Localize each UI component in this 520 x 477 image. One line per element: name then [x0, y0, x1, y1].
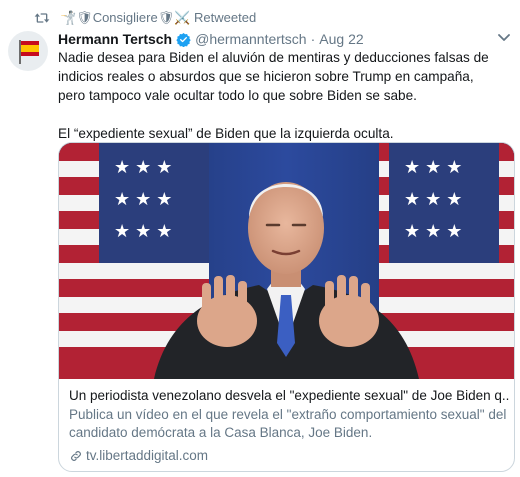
- tweet-body: Nadie desea para Biden el aluvión de men…: [58, 48, 504, 143]
- card-domain[interactable]: tv.libertaddigital.com: [86, 447, 208, 465]
- spain-flag-yellow-band: [21, 45, 39, 52]
- verified-badge-icon: [176, 32, 191, 47]
- tweet-header: Hermann Tertsch @hermanntertsch · Aug 22: [58, 29, 364, 49]
- svg-text:★ ★ ★: ★ ★ ★: [404, 189, 462, 209]
- card-text[interactable]: Un periodista venezolano desvela el "exp…: [69, 387, 509, 465]
- link-icon: [71, 451, 81, 461]
- retweet-context[interactable]: 🤺🛡Consigliere🛡⚔️ Retweeted: [34, 9, 256, 27]
- svg-text:★ ★ ★: ★ ★ ★: [404, 157, 462, 177]
- card-title[interactable]: Un periodista venezolano desvela el "exp…: [69, 387, 509, 405]
- tweet-date[interactable]: Aug 22: [319, 31, 363, 47]
- card-description: Publica un vídeo en el que revela el "ex…: [69, 407, 507, 440]
- chevron-down-icon[interactable]: [497, 33, 511, 43]
- card-image-illustration: ★ ★ ★ ★ ★ ★ ★ ★ ★ ★ ★ ★ ★ ★ ★ ★ ★ ★: [59, 143, 514, 379]
- retweet-label: 🤺🛡Consigliere🛡⚔️ Retweeted: [60, 10, 256, 26]
- tweet-paragraph: El “expediente sexual” de Biden que la i…: [58, 126, 394, 141]
- svg-text:★ ★ ★: ★ ★ ★: [114, 157, 172, 177]
- card-domain-row[interactable]: tv.libertaddigital.com: [69, 447, 509, 465]
- svg-text:★ ★ ★: ★ ★ ★: [404, 221, 462, 241]
- link-card[interactable]: ★ ★ ★ ★ ★ ★ ★ ★ ★ ★ ★ ★ ★ ★ ★ ★ ★ ★ Un p…: [58, 142, 515, 472]
- author-handle[interactable]: @hermanntertsch: [195, 31, 306, 47]
- svg-text:★ ★ ★: ★ ★ ★: [114, 189, 172, 209]
- header-separator: ·: [310, 31, 316, 47]
- author-avatar[interactable]: [8, 31, 48, 71]
- retweeter-name[interactable]: 🤺🛡Consigliere🛡⚔️: [60, 10, 190, 25]
- spain-flag-bottom-band: [21, 52, 39, 56]
- card-image[interactable]: ★ ★ ★ ★ ★ ★ ★ ★ ★ ★ ★ ★ ★ ★ ★ ★ ★ ★: [59, 143, 514, 379]
- svg-text:★ ★ ★: ★ ★ ★: [114, 221, 172, 241]
- author-name[interactable]: Hermann Tertsch: [58, 31, 172, 47]
- retweeted-text: Retweeted: [190, 10, 257, 25]
- retweet-icon: [34, 13, 50, 23]
- tweet-paragraph: Nadie desea para Biden el aluvión de men…: [58, 50, 489, 103]
